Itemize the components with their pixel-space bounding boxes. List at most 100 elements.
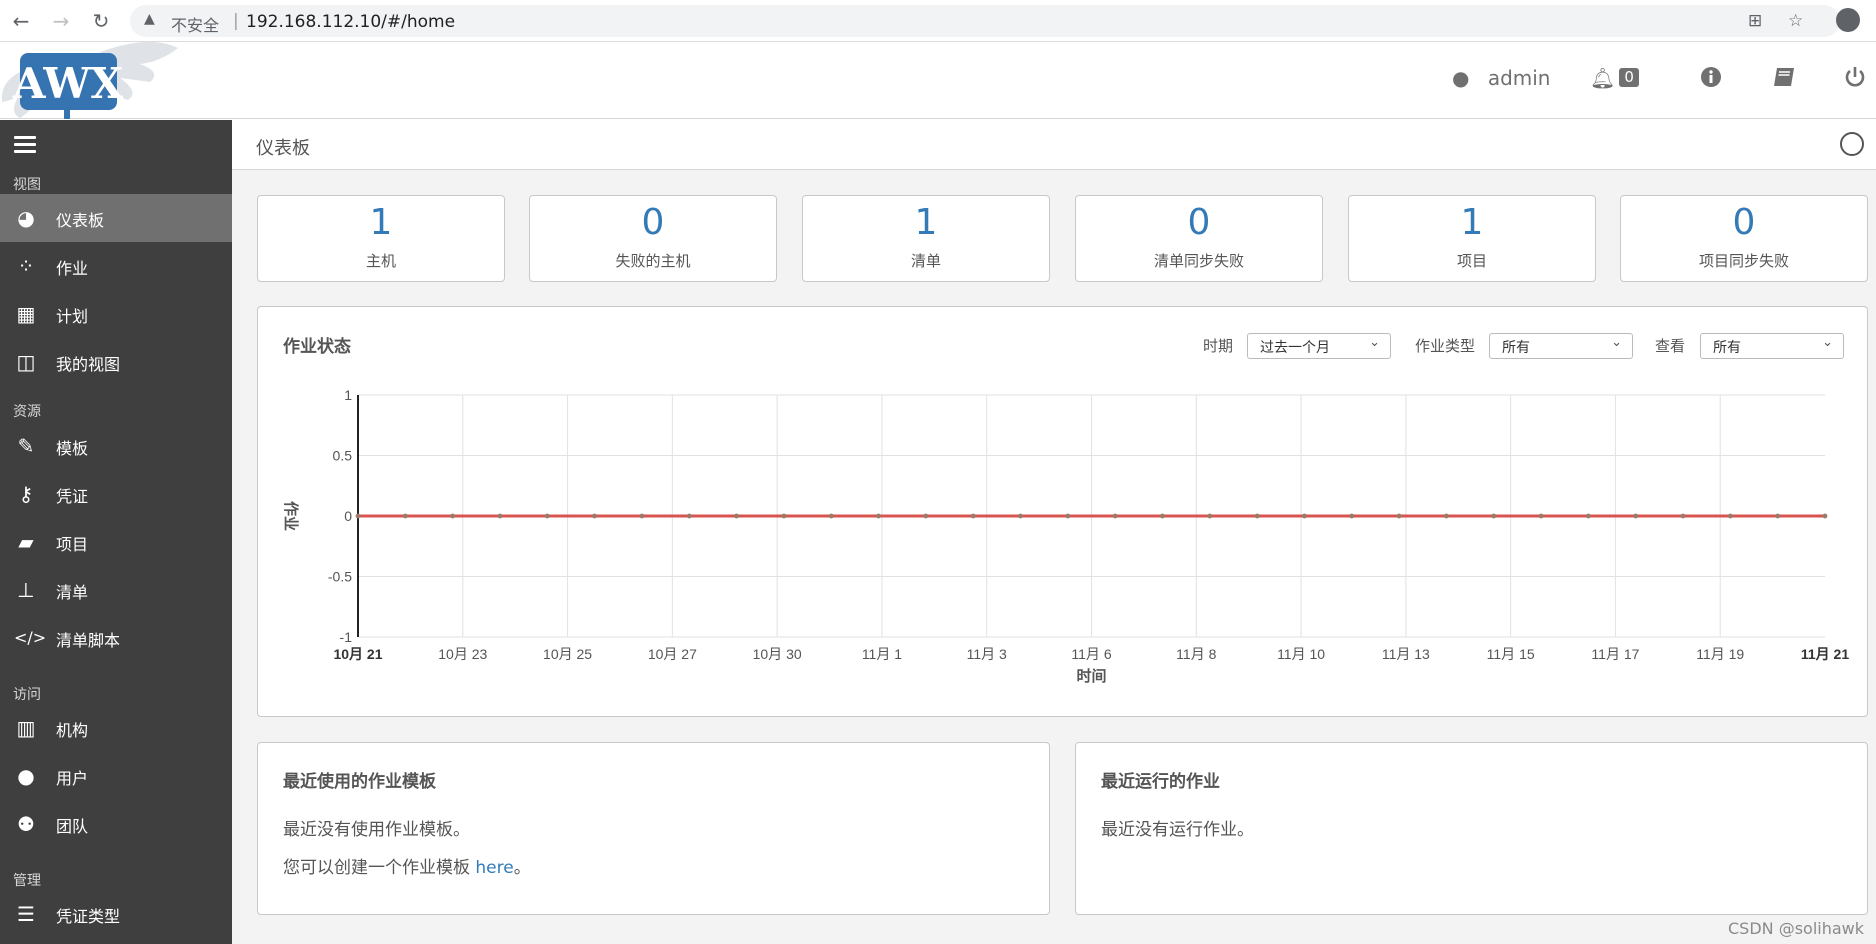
y-tick-label: -0.5 [328, 569, 352, 585]
key-icon: ⚷ [18, 482, 34, 506]
x-tick-label: 10月 21 [333, 646, 382, 662]
edit-icon: ✎ [17, 434, 35, 458]
data-point [1349, 513, 1355, 519]
menu-toggle-icon[interactable] [14, 136, 36, 157]
sidebar-item-label: 清单 [56, 583, 89, 602]
user-icon: ● [1452, 66, 1470, 90]
dashboard-icon: ◕ [17, 206, 35, 230]
data-point [686, 513, 692, 519]
y-axis-label: 作业 [282, 501, 300, 531]
x-tick-label: 11月 17 [1591, 646, 1639, 662]
back-icon[interactable]: ← [10, 10, 32, 32]
sidebar-item-jobs[interactable]: ⁘ 作业 [0, 242, 232, 290]
breadcrumb: 仪表板 [232, 120, 1876, 170]
sitemap-icon: ⊥ [17, 578, 35, 602]
count-label: 失败的主机 [615, 252, 691, 270]
sidebar-item-label: 凭证 [56, 487, 89, 506]
data-point [781, 513, 787, 519]
section-views: 视图 [13, 177, 41, 193]
y-tick-label: 0 [344, 508, 352, 524]
sidebar-item-label: 模板 [56, 439, 89, 458]
x-tick-label: 11月 19 [1696, 646, 1744, 662]
sidebar-item-projects[interactable]: ▰ 项目 [0, 518, 232, 566]
x-tick-label: 10月 25 [543, 646, 592, 662]
data-point [876, 513, 881, 519]
forward-icon[interactable]: → [50, 10, 72, 32]
user-menu[interactable]: ● admin [1452, 66, 1550, 90]
x-tick-label: 11月 15 [1487, 646, 1535, 662]
count-card-project-sync-failures[interactable]: 0 项目同步失败 [1620, 195, 1868, 282]
x-tick-label: 11月 10 [1277, 646, 1325, 662]
data-point [355, 513, 361, 519]
users-icon: ⚉ [17, 812, 35, 836]
x-tick-label: 10月 27 [648, 646, 697, 662]
x-tick-label: 11月 1 [862, 646, 902, 662]
x-axis-label: 时间 [1076, 667, 1106, 685]
columns-icon: ◫ [16, 350, 36, 374]
sidebar-item-label: 我的视图 [56, 355, 121, 374]
book-icon [1774, 68, 1794, 86]
data-point [1775, 513, 1781, 519]
y-axis-ticks: 1 0.5 0 -0.5 -1 [328, 387, 352, 645]
sidebar-item-credential-types[interactable]: ☰ 凭证类型 [0, 890, 232, 938]
sidebar-item-label: 团队 [56, 817, 89, 836]
data-point [923, 513, 929, 519]
x-tick-label: 11月 21 [1801, 646, 1849, 662]
star-icon[interactable]: ☆ [1788, 11, 1803, 31]
data-point [1444, 513, 1449, 519]
sidebar-item-organizations[interactable]: ▥ 机构 [0, 704, 232, 752]
count-card-failed-hosts[interactable]: 0 失败的主机 [529, 195, 777, 282]
y-tick-label: 1 [344, 387, 352, 403]
sidebar-item-label: 凭证类型 [56, 907, 121, 926]
sidebar-item-schedules[interactable]: ▦ 计划 [0, 290, 232, 338]
data-point [1207, 513, 1213, 519]
reload-icon[interactable]: ↻ [90, 10, 112, 32]
logout-button[interactable] [1844, 66, 1866, 93]
count-card-inventory-sync-failures[interactable]: 0 清单同步失败 [1075, 195, 1323, 282]
data-point [1254, 513, 1260, 519]
code-icon: </> [14, 628, 47, 647]
sidebar-item-dashboard[interactable]: ◕ 仪表板 [0, 194, 232, 242]
url-text[interactable]: 192.168.112.10/#/home [246, 12, 455, 32]
sidebar-item-users[interactable]: ● 用户 [0, 752, 232, 800]
sidebar-item-inventories[interactable]: ⊥ 清单 [0, 566, 232, 614]
panel-title: 最近运行的作业 [1101, 772, 1220, 792]
x-tick-label: 11月 8 [1176, 646, 1216, 662]
section-administration: 管理 [13, 873, 41, 889]
sidebar-item-inventory-scripts[interactable]: </> 清单脚本 [0, 614, 232, 662]
section-access: 访问 [13, 687, 41, 703]
count-card-hosts[interactable]: 1 主机 [257, 195, 505, 282]
data-point [970, 513, 976, 519]
awx-logo[interactable]: AWX [0, 42, 180, 119]
x-tick-label: 11月 13 [1382, 646, 1430, 662]
security-label: 不安全 [171, 16, 220, 35]
sidebar-item-label: 仪表板 [56, 211, 105, 230]
activity-stream-icon[interactable] [1840, 132, 1864, 156]
create-template-link[interactable]: here [475, 858, 513, 878]
sidebar-item-templates[interactable]: ✎ 模板 [0, 422, 232, 470]
count-card-inventories[interactable]: 1 清单 [802, 195, 1050, 282]
data-point [544, 513, 550, 519]
job-status-panel: 作业状态 时期 过去一个月 ⌄ 作业类型 所有 ⌄ 查看 所有 ⌄ 1 0.5 0-… [257, 306, 1868, 717]
app-header: AWX ● admin 🔔︎ 0 [0, 42, 1876, 119]
count-label: 项目同步失败 [1698, 252, 1789, 270]
data-point [734, 513, 739, 519]
count-label: 主机 [365, 252, 396, 270]
docs-button[interactable] [1772, 66, 1796, 93]
x-tick-label: 11月 6 [1071, 646, 1111, 662]
count-label: 清单同步失败 [1153, 252, 1244, 270]
address-bar[interactable]: ▲ 不安全 | 192.168.112.10/#/home ⊞ ☆ [130, 5, 1840, 37]
count-card-projects[interactable]: 1 项目 [1348, 195, 1596, 282]
about-button[interactable] [1700, 66, 1722, 93]
warning-icon: ▲ [144, 11, 155, 27]
notifications-button[interactable]: 🔔︎ 0 [1590, 66, 1639, 90]
list-icon: ☰ [17, 902, 35, 926]
sidebar-item-my-view[interactable]: ◫ 我的视图 [0, 338, 232, 386]
sidebar-item-teams[interactable]: ⚉ 团队 [0, 800, 232, 848]
data-point [1112, 513, 1118, 519]
watermark: CSDN @solihawk [1727, 919, 1864, 938]
profile-icon[interactable] [1836, 8, 1860, 32]
count-value: 0 [641, 202, 665, 243]
sidebar-item-credentials[interactable]: ⚷ 凭证 [0, 470, 232, 518]
translate-icon[interactable]: ⊞ [1748, 11, 1762, 31]
